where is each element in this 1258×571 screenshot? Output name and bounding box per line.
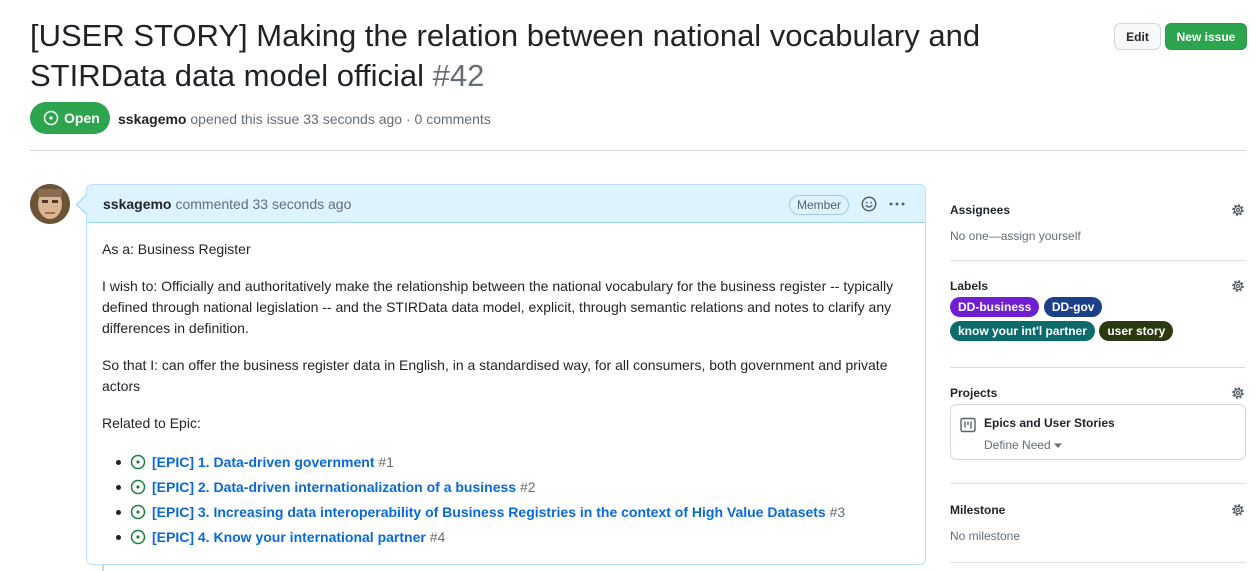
label-know-your-intl-partner[interactable]: know your int'l partner: [950, 321, 1095, 341]
more-options-icon[interactable]: [888, 196, 906, 212]
new-issue-button[interactable]: New issue: [1165, 23, 1247, 50]
list-item: [EPIC] 1. Data-driven government #1: [116, 450, 910, 475]
list-item: [EPIC] 2. Data-driven internationalizati…: [116, 475, 910, 500]
gear-icon[interactable]: [1230, 385, 1246, 401]
sidebar-milestone: Milestone No milestone: [950, 503, 1246, 547]
list-item: [EPIC] 4. Know your international partne…: [116, 525, 910, 550]
milestone-value: No milestone: [950, 529, 1021, 543]
epic-ref: #2: [519, 479, 536, 495]
avatar[interactable]: [30, 184, 70, 224]
sidebar-labels: Labels DD-business DD-gov know your int'…: [950, 279, 1246, 351]
story-i-wish: I wish to: Officially and authoritativel…: [102, 278, 894, 336]
issue-author-link[interactable]: sskagemo: [118, 111, 186, 127]
milestone-heading: Milestone: [950, 503, 1006, 517]
edit-button[interactable]: Edit: [1114, 23, 1161, 50]
smiley-icon[interactable]: [861, 196, 877, 212]
story-as-a: As a: Business Register: [102, 241, 251, 257]
label-dd-business[interactable]: DD-business: [950, 297, 1040, 317]
gear-icon[interactable]: [1230, 202, 1246, 218]
epic-list: [EPIC] 1. Data-driven government #1 [EPI…: [102, 450, 910, 550]
issue-opened-icon: [130, 479, 146, 495]
projects-heading: Projects: [950, 386, 998, 400]
comment-box: sskagemo commented 33 seconds ago Member…: [86, 184, 926, 565]
project-name[interactable]: Epics and User Stories: [984, 416, 1115, 430]
comment-author-link[interactable]: sskagemo: [103, 196, 171, 212]
sidebar-divider: [950, 367, 1246, 368]
sidebar-divider: [950, 562, 1246, 563]
comment-time[interactable]: commented 33 seconds ago: [175, 196, 351, 212]
epic-link[interactable]: [EPIC] 1. Data-driven government: [152, 454, 375, 470]
issue-opened-text: opened this issue 33 seconds ago · 0 com…: [190, 111, 491, 127]
issue-number: #42: [432, 58, 485, 93]
issue-opened-icon: [130, 454, 146, 470]
status-text: Open: [64, 110, 100, 126]
sidebar-divider: [950, 483, 1246, 484]
epic-ref: #3: [829, 504, 846, 520]
issue-meta: sskagemo opened this issue 33 seconds ag…: [118, 111, 491, 127]
caret-down-icon: [1054, 443, 1063, 448]
issue-title: [USER STORY] Making the relation between…: [30, 16, 1070, 96]
epic-link[interactable]: [EPIC] 2. Data-driven internationalizati…: [152, 479, 516, 495]
assignees-heading: Assignees: [950, 203, 1011, 217]
header-divider: [30, 150, 1246, 151]
issue-opened-icon: [43, 110, 59, 126]
status-badge: Open: [30, 102, 110, 134]
related-epic-label: Related to Epic:: [102, 415, 201, 431]
comment-body: As a: Business Register I wish to: Offic…: [87, 223, 925, 550]
sidebar-divider: [950, 260, 1246, 261]
issue-opened-icon: [130, 529, 146, 545]
labels-heading: Labels: [950, 279, 989, 293]
sidebar-assignees: Assignees No one—assign yourself: [950, 203, 1246, 247]
gear-icon[interactable]: [1230, 278, 1246, 294]
label-user-story[interactable]: user story: [1099, 321, 1174, 341]
project-card[interactable]: Epics and User Stories Define Need: [950, 404, 1246, 460]
label-dd-gov[interactable]: DD-gov: [1043, 297, 1103, 317]
epic-link[interactable]: [EPIC] 4. Know your international partne…: [152, 529, 426, 545]
comment-header: sskagemo commented 33 seconds ago Member: [87, 185, 925, 223]
sidebar-projects: Projects Epics and User Stories Define N…: [950, 386, 1246, 466]
project-status-text: Define Need: [984, 438, 1051, 452]
role-badge: Member: [789, 195, 850, 215]
list-item: [EPIC] 3. Increasing data interoperabili…: [116, 500, 910, 525]
issue-title-text: [USER STORY] Making the relation between…: [30, 18, 981, 93]
issue-opened-icon: [130, 504, 146, 520]
project-board-icon: [960, 417, 976, 433]
label-list: DD-business DD-gov know your int'l partn…: [950, 297, 1246, 345]
project-status-dropdown[interactable]: Define Need: [984, 438, 1063, 452]
avatar-photo-icon: [30, 184, 70, 224]
assignees-value[interactable]: No one—assign yourself: [950, 229, 1081, 243]
gear-icon[interactable]: [1230, 502, 1246, 518]
epic-ref: #4: [429, 529, 446, 545]
epic-link[interactable]: [EPIC] 3. Increasing data interoperabili…: [152, 504, 826, 520]
story-so-that: So that I: can offer the business regist…: [102, 357, 888, 394]
epic-ref: #1: [378, 454, 394, 470]
timeline-line: [102, 565, 104, 571]
